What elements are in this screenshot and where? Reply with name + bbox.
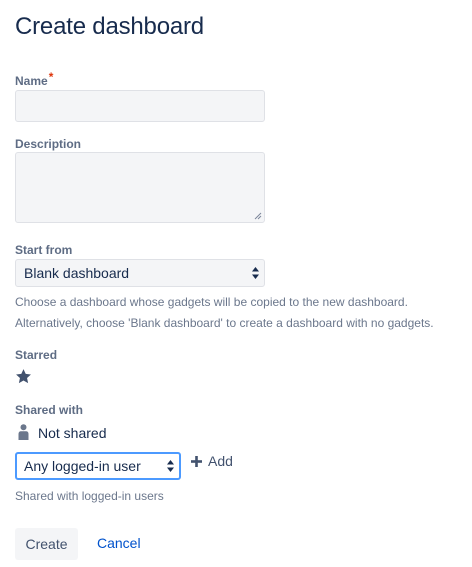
- required-marker: *: [48, 70, 54, 84]
- plus-icon: [191, 455, 202, 467]
- name-label: Name*: [15, 70, 53, 88]
- select-arrows-icon: [252, 267, 259, 279]
- share-type-select[interactable]: Any logged-in user: [15, 452, 181, 480]
- start-from-select[interactable]: Blank dashboard: [15, 259, 265, 287]
- shared-with-help: Shared with logged-in users: [15, 489, 164, 503]
- description-label: Description: [15, 137, 82, 151]
- select-arrows-icon: [167, 460, 174, 472]
- starred-label: Starred: [15, 348, 58, 362]
- create-button[interactable]: Create: [15, 528, 78, 560]
- start-from-label: Start from: [15, 243, 73, 257]
- share-type-selected: Any logged-in user: [24, 458, 141, 474]
- start-from-help-line2: Alternatively, choose 'Blank dashboard' …: [15, 316, 434, 330]
- person-icon: [18, 424, 29, 440]
- star-icon[interactable]: [15, 368, 32, 385]
- shared-with-label: Shared with: [15, 403, 84, 417]
- page-title: Create dashboard: [15, 13, 204, 40]
- start-from-help-line1: Choose a dashboard whose gadgets will be…: [15, 295, 408, 309]
- start-from-selected: Blank dashboard: [24, 265, 130, 281]
- cancel-link[interactable]: Cancel: [97, 535, 141, 551]
- name-label-text: Name: [15, 74, 48, 88]
- not-shared-text: Not shared: [38, 425, 107, 441]
- resize-grip-icon[interactable]: [254, 212, 262, 220]
- name-input[interactable]: [15, 90, 265, 122]
- description-textarea[interactable]: [15, 152, 265, 223]
- add-share-button[interactable]: Add: [191, 453, 233, 469]
- add-share-label: Add: [208, 453, 233, 469]
